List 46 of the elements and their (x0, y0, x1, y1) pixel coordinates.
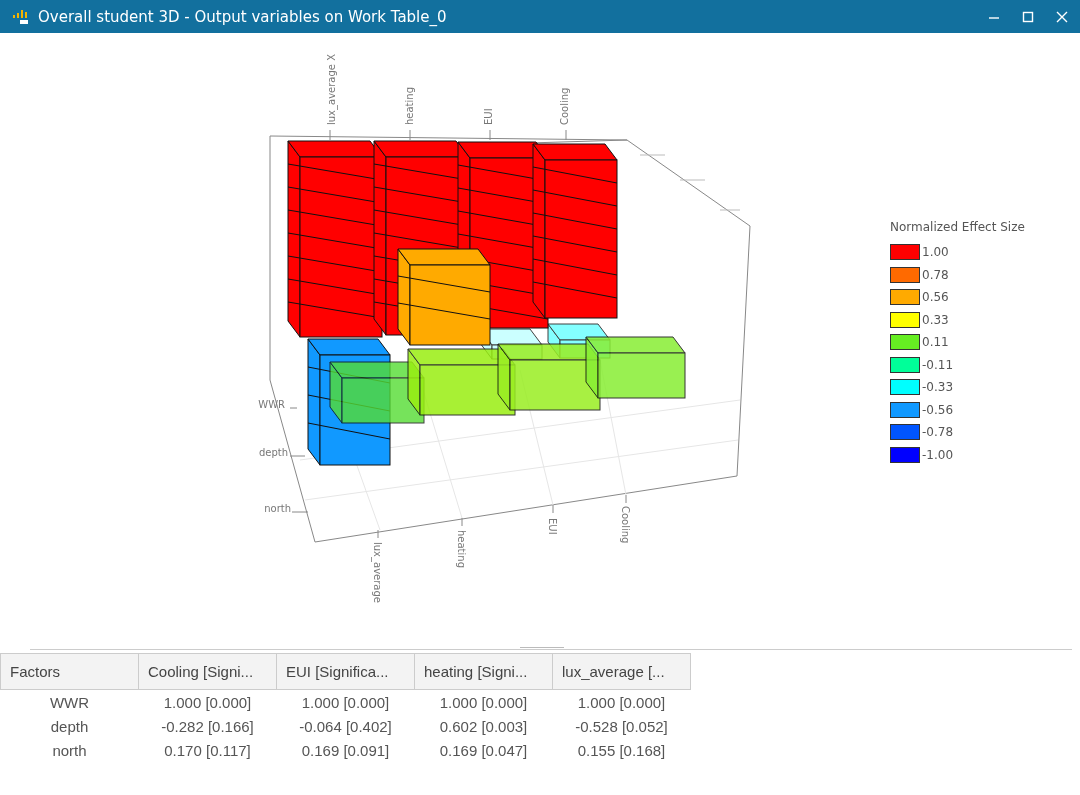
legend-label: 1.00 (922, 245, 949, 260)
legend-label: 0.33 (922, 312, 949, 327)
legend-label: 0.11 (922, 335, 949, 350)
axis-label: lux_average X (326, 54, 337, 125)
axis-label: Cooling (559, 87, 570, 125)
legend-label: 0.78 (922, 267, 949, 282)
table-cell-text: -0.528 [0.052] (574, 716, 669, 737)
bar-chart-icon (12, 8, 30, 25)
table-cell-text: -0.282 [0.166] (160, 716, 255, 737)
legend-label: -0.56 (922, 402, 954, 417)
table-cell-text: 0.170 [0.117] (163, 740, 252, 761)
legend-label: -0.33 (922, 380, 954, 395)
legend-label: -0.78 (922, 425, 954, 440)
axis-label: depth (258, 447, 288, 458)
table-cell-text: 0.169 [0.047] (438, 740, 529, 761)
window-title: Overall student 3D - Output variables on Work Table_0 (38, 7, 447, 26)
table-cell: WWR (0, 689, 139, 714)
table-cell: 1.000 [0.000] (414, 689, 553, 714)
axis-label: EUI (483, 108, 494, 125)
table-cell: 1.000 [0.000] (552, 689, 691, 714)
table-cell-text: 0.169 [0.091] (300, 740, 391, 761)
table-cell-text: north (51, 740, 88, 761)
axis-label: lux_average (372, 542, 383, 603)
legend-label: -1.00 (922, 447, 954, 462)
table-cell: 1.000 [0.000] (138, 689, 277, 714)
table-cell: 1.000 [0.000] (276, 689, 415, 714)
axis-label: heating (456, 530, 467, 568)
column-header[interactable]: Cooling [Signi... (138, 653, 277, 690)
legend-label: 0.56 (922, 290, 949, 305)
axis-label: Cooling (620, 506, 631, 544)
axis-label: north (264, 503, 291, 514)
axis-label: EUI (547, 518, 558, 535)
column-header[interactable]: lux_average [... (552, 653, 691, 690)
table-cell-text: 0.155 [0.168] (576, 740, 667, 761)
table-cell-text: 0.602 [0.003] (438, 716, 529, 737)
legend-label: -0.11 (922, 357, 954, 372)
axis-label: WWR (258, 399, 285, 410)
axis-label: heating (404, 87, 415, 125)
maximize-icon[interactable] (1022, 10, 1034, 23)
legend-title: Normalized Effect Size (890, 220, 1025, 234)
table-cell-text: -0.064 [0.402] (298, 716, 393, 737)
table-cell-text: depth (49, 716, 90, 737)
column-header[interactable]: Factors (0, 653, 139, 690)
column-header[interactable]: EUI [Significa... (276, 653, 415, 690)
column-header[interactable]: heating [Signi... (414, 653, 553, 690)
close-icon[interactable] (1056, 10, 1068, 23)
